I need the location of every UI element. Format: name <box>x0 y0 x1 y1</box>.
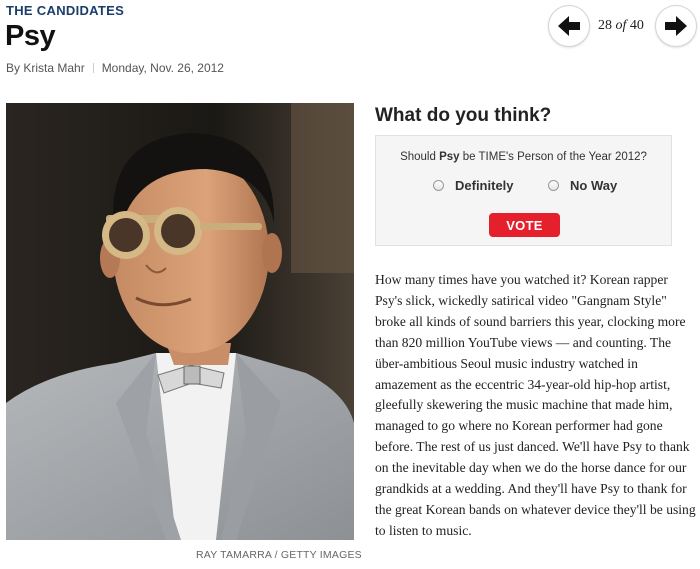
previous-button[interactable] <box>548 5 590 47</box>
author-name[interactable]: By Krista Mahr <box>6 61 85 75</box>
question-name: Psy <box>439 151 460 163</box>
poll-heading: What do you think? <box>375 105 552 126</box>
byline: By Krista Mahr Monday, Nov. 26, 2012 <box>6 61 224 75</box>
arrow-right-icon <box>665 16 687 36</box>
byline-divider <box>92 63 94 73</box>
vote-button[interactable]: VOTE <box>489 213 560 237</box>
gallery-counter: 28 of 40 <box>598 18 644 34</box>
poll-question: Should Psy be TIME's Person of the Year … <box>376 151 671 163</box>
page-title: Psy <box>5 20 56 52</box>
photo-illustration <box>6 103 354 540</box>
counter-of: of <box>615 18 627 33</box>
radio-button[interactable] <box>433 180 444 191</box>
publish-date: Monday, Nov. 26, 2012 <box>101 61 224 75</box>
article-body: How many times have you watched it? Kore… <box>375 272 696 538</box>
section-kicker[interactable]: THE CANDIDATES <box>6 3 124 18</box>
candidate-photo <box>6 103 354 540</box>
arrow-left-icon <box>558 16 580 36</box>
radio-button[interactable] <box>548 180 559 191</box>
question-suffix: be TIME's Person of the Year 2012? <box>459 151 647 163</box>
photo-credit: RAY TAMARRA / GETTY IMAGES <box>196 549 362 561</box>
next-button[interactable] <box>655 5 697 47</box>
question-prefix: Should <box>400 151 440 163</box>
option-label: Definitely <box>455 178 514 193</box>
option-no-way[interactable]: No Way <box>548 178 617 193</box>
option-label: No Way <box>570 178 618 193</box>
total-count: 40 <box>629 18 644 33</box>
poll-box: Should Psy be TIME's Person of the Year … <box>375 135 672 246</box>
option-definitely[interactable]: Definitely <box>433 178 514 193</box>
current-index: 28 <box>598 18 612 33</box>
